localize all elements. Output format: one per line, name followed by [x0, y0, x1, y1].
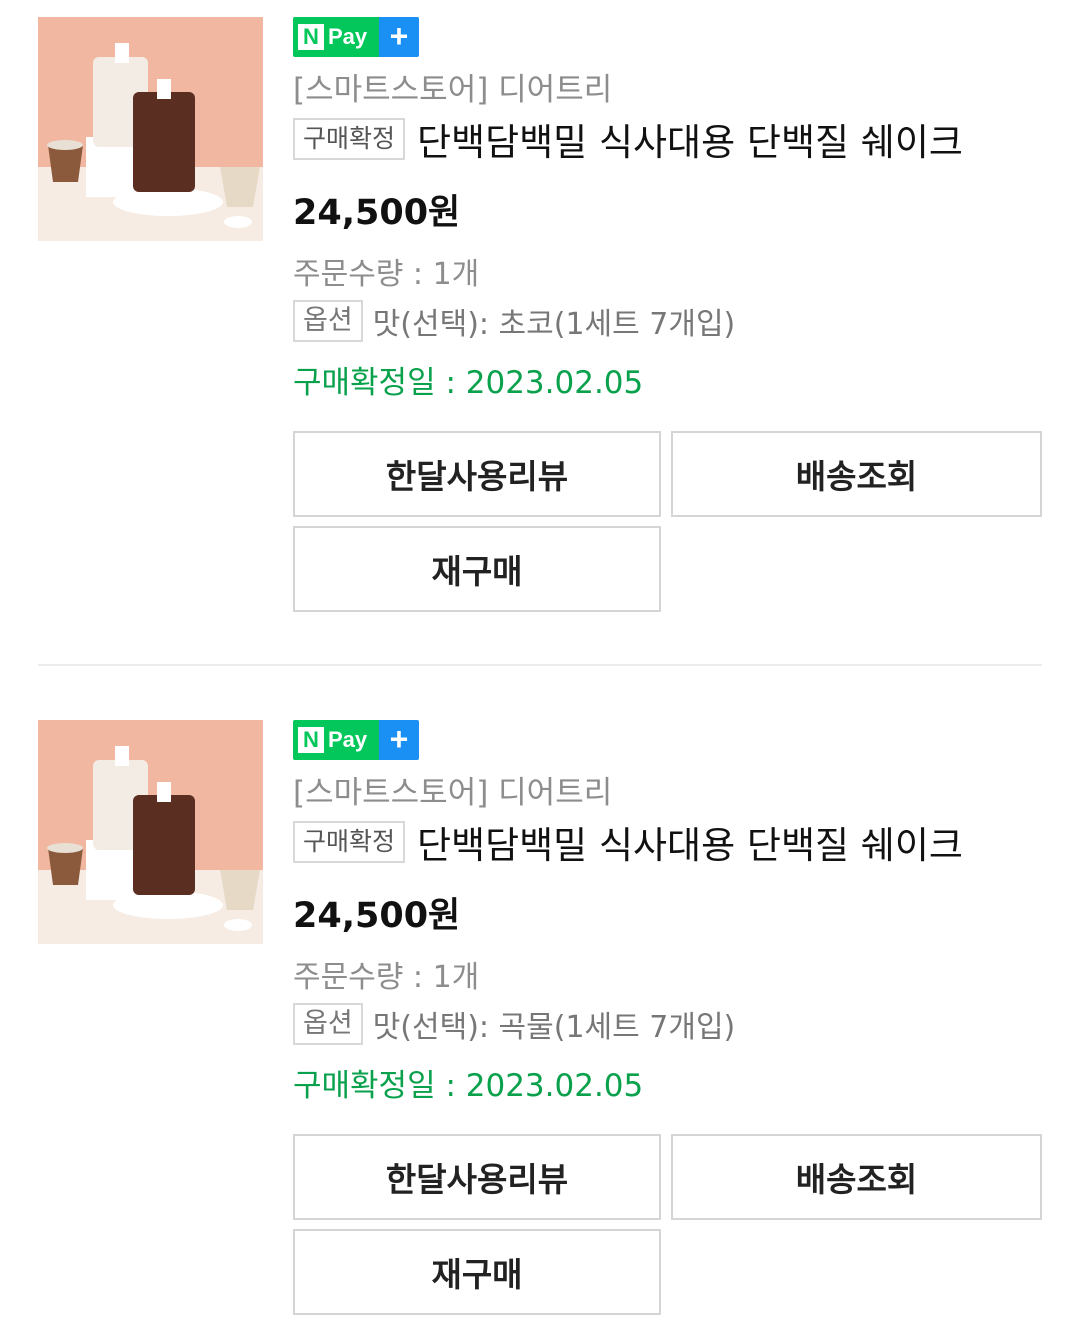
confirm-date: 구매확정일 : 2023.02.05	[293, 365, 644, 401]
product-title[interactable]: 단백담백밀 식사대용 단백질 쉐이크	[417, 112, 1007, 166]
npay-plus-badge-icon: N Pay +	[293, 720, 419, 760]
npay-label: Pay	[328, 727, 368, 752]
store-name[interactable]: [스마트스토어] 디어트리	[293, 767, 612, 812]
title-row[interactable]: 구매확정 단백담백밀 식사대용 단백질 쉐이크	[293, 817, 1007, 867]
divider	[38, 664, 1042, 666]
status-badge: 구매확정	[293, 118, 406, 160]
option-badge: 옵션	[293, 300, 363, 342]
npay-plus-badge-icon: N Pay +	[293, 17, 419, 57]
confirm-date: 구매확정일 : 2023.02.05	[293, 1068, 644, 1104]
plus-icon: +	[379, 17, 419, 57]
title-row[interactable]: 구매확정 단백담백밀 식사대용 단백질 쉐이크	[293, 114, 1007, 164]
monthly-review-button[interactable]: 한달사용리뷰	[293, 1134, 661, 1220]
product-thumbnail[interactable]	[38, 17, 263, 241]
price: 24,500원	[293, 896, 461, 936]
option-text: 맛(선택): 곡물(1세트 7개입)	[372, 1010, 736, 1045]
order-item: N Pay + [스마트스토어] 디어트리 구매확정 단백담백밀 식사대용 단백…	[0, 0, 1077, 612]
track-shipping-button[interactable]: 배송조회	[671, 431, 1042, 517]
price: 24,500원	[293, 193, 461, 233]
rebuy-button[interactable]: 재구매	[293, 1229, 661, 1315]
option-row: 옵션 맛(선택): 곡물(1세트 7개입)	[293, 1002, 735, 1046]
product-title[interactable]: 단백담백밀 식사대용 단백질 쉐이크	[417, 815, 1007, 869]
order-quantity: 주문수량 : 1개	[293, 257, 480, 292]
track-shipping-button[interactable]: 배송조회	[671, 1134, 1042, 1220]
npay-label: Pay	[328, 24, 368, 49]
plus-icon: +	[379, 720, 419, 760]
status-badge: 구매확정	[293, 821, 406, 863]
npay-n-icon: N	[298, 24, 324, 50]
npay-n-icon: N	[298, 727, 324, 753]
order-item: N Pay + [스마트스토어] 디어트리 구매확정 단백담백밀 식사대용 단백…	[0, 703, 1077, 1315]
order-quantity: 주문수량 : 1개	[293, 960, 480, 995]
product-thumbnail[interactable]	[38, 720, 263, 944]
option-row: 옵션 맛(선택): 초코(1세트 7개입)	[293, 299, 735, 343]
store-name[interactable]: [스마트스토어] 디어트리	[293, 64, 612, 109]
monthly-review-button[interactable]: 한달사용리뷰	[293, 431, 661, 517]
rebuy-button[interactable]: 재구매	[293, 526, 661, 612]
option-badge: 옵션	[293, 1003, 363, 1045]
option-text: 맛(선택): 초코(1세트 7개입)	[372, 307, 736, 342]
